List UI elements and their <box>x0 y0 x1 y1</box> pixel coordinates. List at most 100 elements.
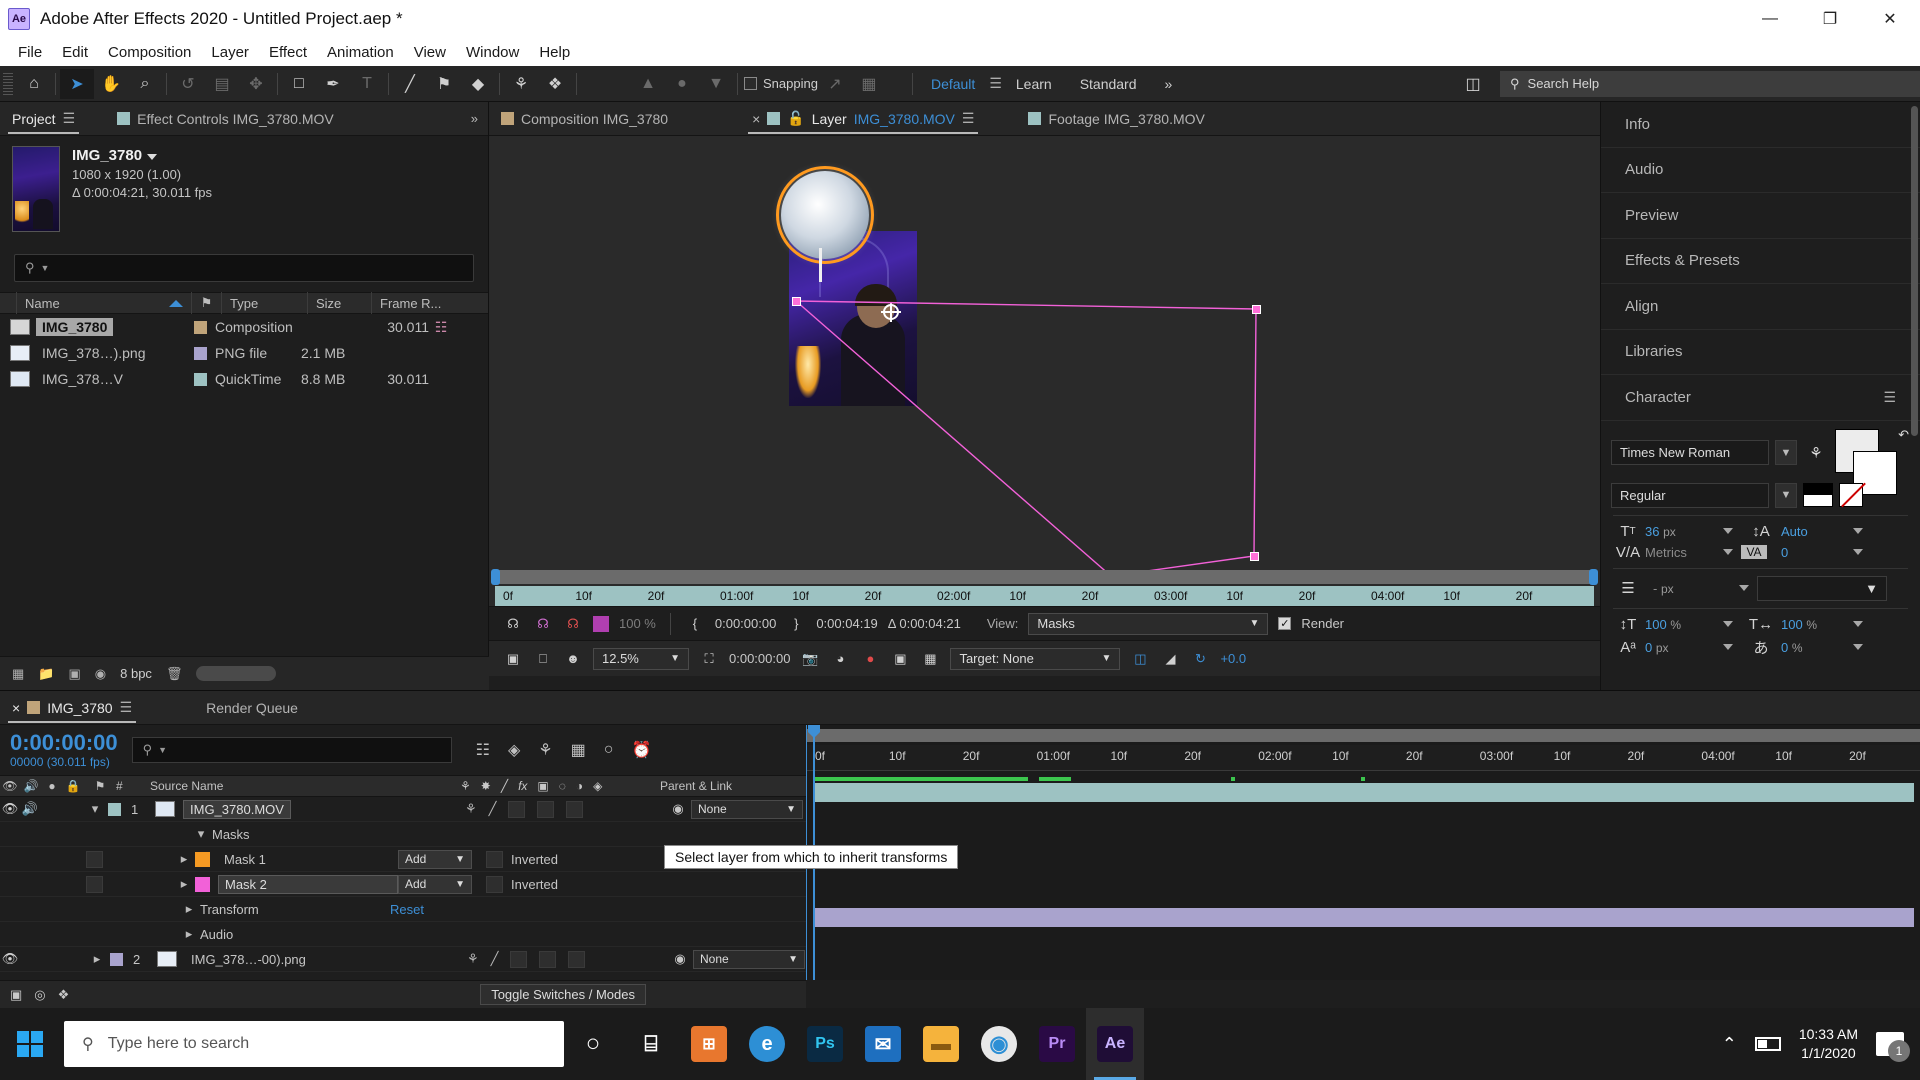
3d-glasses-icon[interactable]: ☻ <box>563 649 583 669</box>
align-center-icon[interactable]: ● <box>665 69 699 99</box>
draft-3d-icon[interactable]: ◈ <box>508 740 520 760</box>
mask1-name[interactable]: Mask 1 <box>218 851 398 868</box>
snapping-checkbox[interactable] <box>744 77 757 90</box>
workspace-menu-icon[interactable]: ☰ <box>989 75 1002 92</box>
align-top-icon[interactable]: ▲ <box>631 69 665 99</box>
project-bin-icon[interactable]: ▦ <box>12 666 24 682</box>
project-search-input[interactable] <box>55 261 463 276</box>
menu-animation[interactable]: Animation <box>317 42 404 63</box>
quality-switch[interactable]: ╱ <box>489 801 497 817</box>
layer-2-duration-bar[interactable] <box>813 908 1914 927</box>
parent-pickwhip-icon[interactable]: ◉ <box>665 801 691 817</box>
shape-tool-icon[interactable]: □ <box>282 69 316 99</box>
leading-value[interactable]: Auto <box>1781 524 1808 539</box>
mask2-color-swatch[interactable] <box>195 877 210 892</box>
font-family-field[interactable]: Times New Roman <box>1611 440 1769 465</box>
project-row-composition[interactable]: IMG_3780 Composition 30.011 ☷ <box>0 314 488 340</box>
menu-help[interactable]: Help <box>529 42 580 63</box>
tab-effect-controls[interactable]: Effect Controls IMG_3780.MOV <box>105 102 346 136</box>
motion-blur-icon[interactable]: ▦ <box>571 740 586 760</box>
expand-masks-icon[interactable]: ▾ <box>190 826 212 842</box>
layer-parent-select[interactable]: None ▼ <box>693 950 805 969</box>
font-size-dropdown-icon[interactable] <box>1723 528 1733 534</box>
color-depth-icon[interactable]: ◉ <box>95 666 106 682</box>
chrome-icon[interactable]: ◉ <box>970 1008 1028 1080</box>
reset-exposure-icon[interactable]: ↻ <box>1190 649 1210 669</box>
menu-composition[interactable]: Composition <box>98 42 201 63</box>
default-colors-icon[interactable] <box>1803 483 1833 507</box>
project-footer-pill[interactable] <box>196 666 276 681</box>
scroll-left-handle[interactable] <box>491 569 500 585</box>
menu-window[interactable]: Window <box>456 42 529 63</box>
mask-color-swatch[interactable] <box>593 616 609 632</box>
menu-effect[interactable]: Effect <box>259 42 317 63</box>
3d-switch[interactable] <box>566 801 583 818</box>
region-of-interest-icon[interactable]: ◫ <box>1130 649 1150 669</box>
bit-depth-label[interactable]: 8 bpc <box>120 666 152 681</box>
last-frame-icon[interactable]: ☊ <box>533 614 553 634</box>
horizontal-scale-dropdown-icon[interactable] <box>1853 621 1863 627</box>
layer-source-name[interactable]: IMG_378…-00).png <box>185 951 312 968</box>
taskbar-search[interactable]: ⚲ Type here to search <box>64 1021 564 1067</box>
mask1-mode-select[interactable]: Add ▼ <box>398 850 472 869</box>
layer-audio-icon[interactable]: 🔊 <box>20 801 40 817</box>
snapping-toggle[interactable]: Snapping <box>744 76 818 91</box>
pan-behind-tool-icon[interactable]: ✥ <box>239 69 273 99</box>
monitor-icon[interactable]: ⎕ <box>533 649 553 669</box>
motion-blur-switch[interactable] <box>539 951 556 968</box>
tracking-dropdown-icon[interactable] <box>1853 549 1863 555</box>
transparency-icon[interactable]: ◢ <box>1160 649 1180 669</box>
tsume-value[interactable]: 0 <box>1781 640 1788 655</box>
delete-icon[interactable]: 🗑 <box>166 666 183 682</box>
character-panel-menu-icon[interactable]: ☰ <box>1883 389 1896 406</box>
tab-project[interactable]: Project ☰ <box>0 102 87 136</box>
stroke-width-value[interactable]: - <box>1653 581 1657 596</box>
layer-visibility-icon[interactable]: 👁 <box>0 951 20 967</box>
viewer-time-ruler[interactable]: 0f10f20f01:00f10f20f02:00f10f20f03:00f10… <box>489 570 1600 604</box>
menu-edit[interactable]: Edit <box>52 42 98 63</box>
tab-render-queue[interactable]: Render Queue <box>194 691 310 725</box>
auto-keyframe-icon[interactable]: ⏰ <box>631 740 651 760</box>
mask-lock-box[interactable] <box>86 876 103 893</box>
after-effects-icon[interactable]: Ae <box>1086 1008 1144 1080</box>
font-style-field[interactable]: Regular <box>1611 483 1769 508</box>
horizontal-scale-value[interactable]: 100 <box>1781 617 1803 632</box>
sidebar-item-align[interactable]: Align <box>1601 284 1920 330</box>
timeline-track-layer-1[interactable] <box>807 780 1920 805</box>
search-panel-icon[interactable]: ◫ <box>1456 69 1490 99</box>
layer-visibility-icon[interactable]: 👁 <box>0 801 20 817</box>
chevron-down-icon[interactable]: ▼ <box>158 745 167 755</box>
stroke-type-select[interactable]: ▼ <box>1757 576 1887 601</box>
close-button[interactable]: ✕ <box>1860 0 1920 38</box>
stroke-width-dropdown-icon[interactable] <box>1739 585 1749 591</box>
swap-colors-icon[interactable]: ↶ <box>1898 427 1909 443</box>
resolution-icon[interactable]: ▣ <box>890 649 910 669</box>
lock-icon[interactable]: 🔓 <box>787 110 804 127</box>
taskbar-clock[interactable]: 10:33 AM 1/1/2020 <box>1799 1025 1858 1063</box>
3d-switch[interactable] <box>568 951 585 968</box>
cortana-icon[interactable]: ○ <box>564 1008 622 1080</box>
snap-arrow-icon[interactable]: ↗ <box>818 69 852 99</box>
channel-rgb-icon[interactable]: ● <box>860 649 880 669</box>
font-size-value[interactable]: 36 <box>1645 524 1659 539</box>
fit-to-view-icon[interactable]: ⛶ <box>699 649 719 669</box>
toggle-switches-modes-button[interactable]: Toggle Switches / Modes <box>480 984 646 1005</box>
sidebar-item-preview[interactable]: Preview <box>1601 193 1920 239</box>
always-preview-icon[interactable]: ▣ <box>503 649 523 669</box>
column-name[interactable]: Name <box>17 292 192 314</box>
brush-tool-icon[interactable]: ╱ <box>393 69 427 99</box>
timeline-time-ruler[interactable]: 0f10f20f01:00f10f20f02:00f10f20f03:00f10… <box>807 745 1920 771</box>
column-size[interactable]: Size <box>308 292 372 314</box>
mask1-outline[interactable] <box>776 166 874 264</box>
target-select[interactable]: Target: None ▼ <box>950 648 1120 670</box>
timeline-scrollbar[interactable] <box>807 729 1920 742</box>
motion-blur-footer-icon[interactable]: ◎ <box>34 987 45 1003</box>
expand-mask2-icon[interactable]: ▸ <box>173 876 195 892</box>
timeline-track-area[interactable]: 0f10f20f01:00f10f20f02:00f10f20f03:00f10… <box>806 725 1920 980</box>
column-frame-rate[interactable]: Frame R... <box>372 292 452 314</box>
task-view-icon[interactable]: ⌸ <box>622 1008 680 1080</box>
transparency-grid-icon[interactable]: ▦ <box>920 649 940 669</box>
tab-composition[interactable]: Composition IMG_3780 <box>489 102 680 136</box>
tab-layer[interactable]: × 🔓 Layer IMG_3780.MOV ☰ <box>740 102 986 136</box>
viewer-in-point[interactable]: 0:00:00:00 <box>715 616 776 631</box>
